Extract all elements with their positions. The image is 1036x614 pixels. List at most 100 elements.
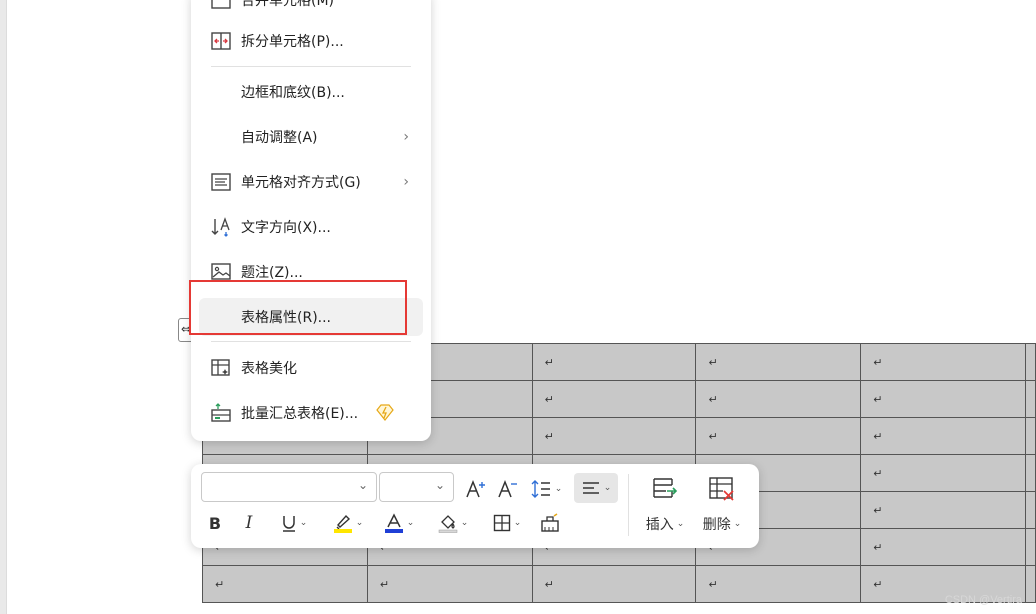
table-cell[interactable]: ↵ bbox=[531, 343, 697, 381]
paragraph-mark: ↵ bbox=[708, 577, 718, 591]
table-cell[interactable]: ↵ bbox=[860, 343, 1027, 381]
chevron-down-icon: ⌄ bbox=[513, 518, 522, 528]
font-name-dropdown[interactable]: ⌄ bbox=[201, 472, 377, 502]
paragraph-mark: ↵ bbox=[544, 429, 554, 443]
table-cell[interactable] bbox=[1025, 380, 1036, 418]
table-cell[interactable]: ↵ bbox=[695, 343, 862, 381]
italic-button[interactable]: I bbox=[237, 510, 261, 536]
table-cell[interactable]: ↵ bbox=[860, 528, 1027, 566]
table-cell[interactable] bbox=[1025, 454, 1036, 492]
toolbar-separator bbox=[628, 474, 629, 536]
table-cell[interactable]: ↵ bbox=[695, 417, 862, 455]
paragraph-mark: ↵ bbox=[544, 577, 554, 591]
table-beautify-icon bbox=[209, 356, 233, 380]
paragraph-mark: ↵ bbox=[873, 466, 883, 480]
menu-separator bbox=[211, 66, 411, 67]
submenu-arrow-icon: › bbox=[403, 129, 409, 145]
table-cell[interactable]: ↵ bbox=[860, 380, 1027, 418]
menu-item-cell-alignment[interactable]: 单元格对齐方式(G) › bbox=[199, 163, 423, 201]
watermark: CSDN @Vertira bbox=[944, 594, 1022, 606]
menu-item-label: 批量汇总表格(E)... bbox=[241, 406, 359, 422]
delete-dropdown-button[interactable]: 删除 ⌄ bbox=[698, 514, 746, 534]
paragraph-mark: ↵ bbox=[379, 577, 390, 591]
font-color-button[interactable]: ⌄ bbox=[380, 510, 418, 536]
paragraph-mark: ↵ bbox=[708, 392, 718, 406]
table-cell[interactable]: ↵ bbox=[695, 380, 862, 418]
underline-button[interactable]: ⌄ bbox=[275, 510, 313, 536]
menu-item-merge-cells[interactable]: 合并单元格(M) bbox=[199, 0, 423, 19]
table-cell[interactable] bbox=[1025, 491, 1036, 529]
menu-item-label: 自动调整(A) bbox=[241, 130, 318, 146]
grow-font-icon bbox=[466, 479, 485, 498]
table-cell[interactable]: ↵ bbox=[366, 565, 533, 603]
paragraph-mark: ↵ bbox=[544, 392, 554, 406]
chevron-down-icon: ⌄ bbox=[434, 478, 445, 492]
premium-badge-icon bbox=[376, 403, 394, 425]
table-cell[interactable] bbox=[1025, 565, 1036, 603]
shrink-font-button[interactable] bbox=[495, 476, 521, 502]
borders-button[interactable]: ⌄ bbox=[488, 510, 526, 536]
insert-dropdown-button[interactable]: 插入 ⌄ bbox=[641, 514, 689, 534]
chevron-down-icon: ⌄ bbox=[676, 519, 685, 529]
table-row: ↵ ↵ ↵ ↵ ↵ bbox=[202, 565, 1036, 603]
menu-item-label: 题注(Z)... bbox=[241, 265, 303, 281]
menu-item-label: 边框和底纹(B)... bbox=[241, 85, 345, 101]
cell-shading-button[interactable]: ⌄ bbox=[434, 510, 472, 536]
bold-icon: B bbox=[208, 513, 222, 533]
table-cell[interactable]: ↵ bbox=[860, 417, 1027, 455]
insert-rows-cols-icon-button[interactable] bbox=[647, 472, 681, 506]
highlight-callout-box bbox=[189, 280, 407, 335]
table-cell[interactable]: ↵ bbox=[202, 565, 368, 603]
text-direction-icon bbox=[209, 215, 233, 239]
menu-item-label: 文字方向(X)... bbox=[241, 220, 331, 236]
paragraph-mark: ↵ bbox=[873, 577, 883, 591]
chevron-down-icon: ⌄ bbox=[406, 518, 415, 528]
chevron-down-icon: ⌄ bbox=[299, 518, 308, 528]
submenu-arrow-icon: › bbox=[403, 174, 409, 190]
eraser-brush-icon bbox=[541, 513, 559, 532]
paragraph-mark: ↵ bbox=[708, 355, 718, 369]
highlighter-icon bbox=[333, 514, 352, 533]
delete-rows-cols-icon-button[interactable] bbox=[705, 472, 739, 506]
table-cell[interactable]: ↵ bbox=[531, 565, 697, 603]
menu-item-autofit[interactable]: 自动调整(A) › bbox=[199, 118, 423, 156]
table-cell[interactable]: ↵ bbox=[531, 380, 697, 418]
table-cell[interactable]: ↵ bbox=[860, 454, 1027, 492]
align-left-icon bbox=[582, 482, 599, 494]
clear-format-button[interactable] bbox=[537, 510, 563, 536]
paint-bucket-icon bbox=[438, 515, 457, 533]
chevron-down-icon: ⌄ bbox=[603, 483, 612, 493]
chevron-down-icon: ⌄ bbox=[460, 518, 469, 528]
table-cell[interactable]: ↵ bbox=[531, 417, 697, 455]
highlight-button[interactable]: ⌄ bbox=[329, 510, 367, 536]
insert-table-icon bbox=[653, 478, 678, 498]
menu-item-label: 表格美化 bbox=[241, 361, 297, 377]
mini-toolbar: ⌄ ⌄ ⌄ ⌄ B I ⌄ ⌄ ⌄ ⌄ ⌄ 插入 ⌄ 删除 ⌄ bbox=[191, 464, 759, 548]
menu-item-label: 合并单元格(M) bbox=[241, 0, 335, 9]
table-cell[interactable]: ↵ bbox=[860, 491, 1027, 529]
menu-item-batch-summary[interactable]: 批量汇总表格(E)... bbox=[199, 394, 423, 432]
table-cell[interactable]: ↵ bbox=[695, 565, 862, 603]
menu-item-split-cells[interactable]: 拆分单元格(P)... bbox=[199, 22, 423, 60]
chevron-down-icon: ⌄ bbox=[355, 518, 364, 528]
insert-label: 插入 bbox=[645, 517, 674, 533]
paragraph-mark: ↵ bbox=[873, 355, 883, 369]
line-spacing-button[interactable]: ⌄ bbox=[527, 476, 565, 502]
bold-button[interactable]: B bbox=[203, 510, 227, 536]
paragraph-mark: ↵ bbox=[708, 429, 718, 443]
paragraph-align-button[interactable]: ⌄ bbox=[574, 473, 618, 503]
cell-alignment-icon bbox=[209, 170, 233, 194]
table-cell[interactable] bbox=[1025, 528, 1036, 566]
menu-item-table-beautify[interactable]: 表格美化 bbox=[199, 349, 423, 387]
menu-item-borders-shading[interactable]: 边框和底纹(B)... bbox=[199, 73, 423, 111]
table-cell[interactable] bbox=[1025, 343, 1036, 381]
grow-font-button[interactable] bbox=[463, 476, 489, 502]
menu-item-label: 单元格对齐方式(G) bbox=[241, 175, 361, 191]
chevron-down-icon: ⌄ bbox=[733, 519, 742, 529]
menu-item-text-direction[interactable]: 文字方向(X)... bbox=[199, 208, 423, 246]
font-color-icon bbox=[384, 513, 403, 533]
table-cell[interactable] bbox=[1025, 417, 1036, 455]
paragraph-mark: ↵ bbox=[873, 392, 883, 406]
font-size-dropdown[interactable]: ⌄ bbox=[379, 472, 454, 502]
context-menu: 合并单元格(M) 拆分单元格(P)... 边框和底纹(B)... 自动调整(A)… bbox=[191, 0, 431, 441]
